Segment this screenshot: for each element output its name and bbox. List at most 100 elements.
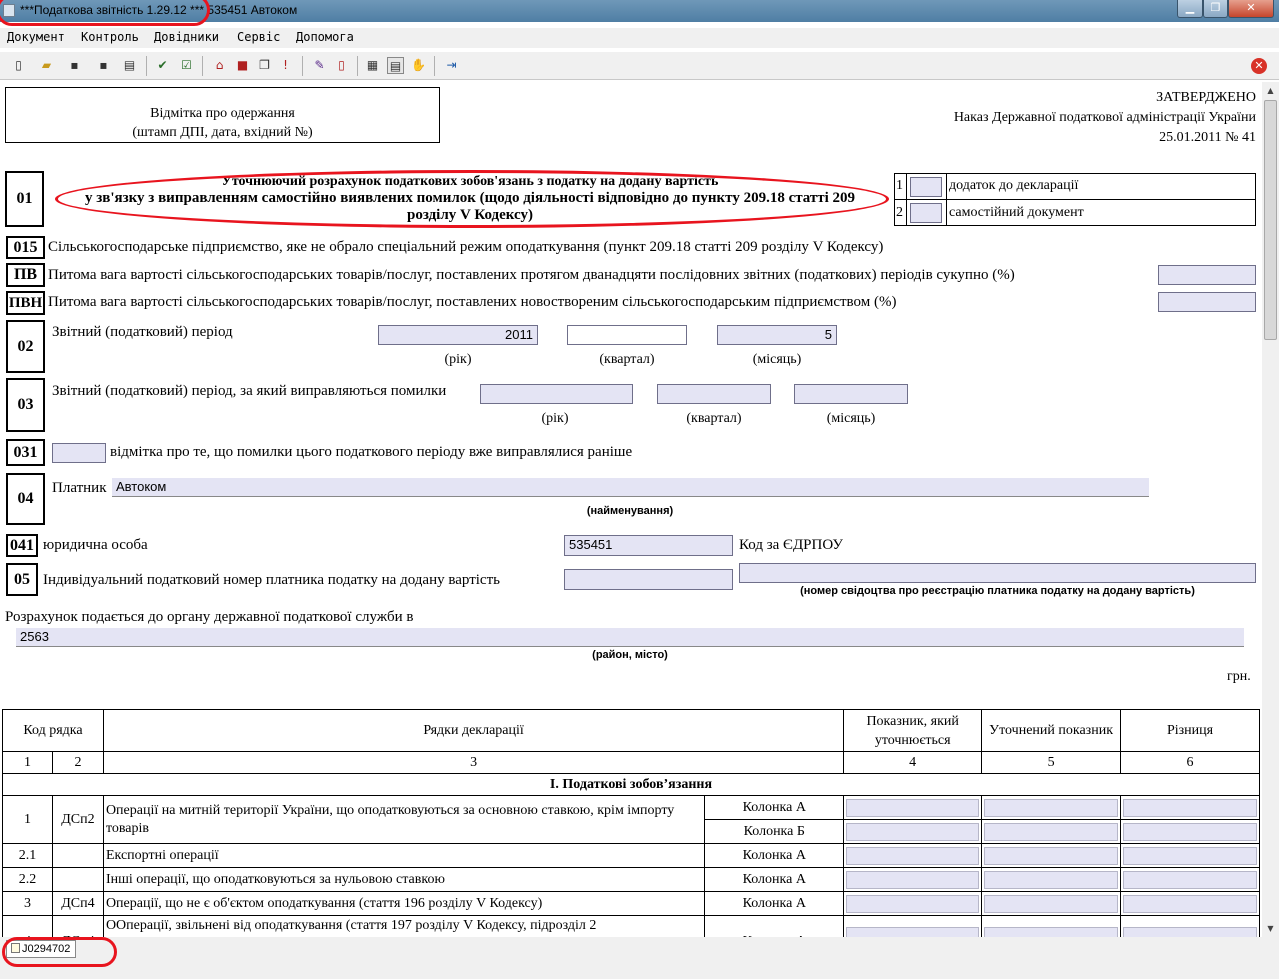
maximize-button[interactable]: ❐ (1203, 0, 1228, 18)
corrected-value-cell[interactable] (981, 819, 1122, 844)
corrected-value-cell[interactable] (981, 891, 1122, 916)
check-icon[interactable]: ✔ (154, 57, 171, 74)
edit-icon[interactable]: ✎ (311, 57, 328, 74)
period-month-input[interactable]: 5 (717, 325, 837, 345)
export-icon[interactable]: ▯ (333, 57, 350, 74)
difference-value-cell[interactable] (1120, 843, 1260, 868)
vat-certificate-input[interactable] (739, 563, 1256, 583)
book-icon[interactable]: ■ (234, 57, 251, 74)
highlight-form-tab (2, 937, 117, 967)
doc-type-num: 1 (896, 178, 903, 193)
tax-office-input[interactable]: 2563 (16, 628, 1244, 647)
currency-label: грн. (1227, 669, 1251, 684)
table-numbers-row: 1 2 3 4 5 6 (2, 751, 1260, 774)
row-ds: ДСп4 (51, 891, 104, 916)
settings-icon[interactable]: ▦ (364, 57, 381, 74)
row-column-label: Колонка А (704, 843, 845, 868)
menu-service[interactable]: Сервіс (237, 30, 280, 44)
new-icon[interactable]: ▯ (10, 57, 27, 74)
period-month-caption: (місяць) (752, 352, 802, 367)
difference-value-cell[interactable] (1120, 795, 1260, 820)
original-value-cell[interactable] (843, 891, 983, 916)
pv-input[interactable] (1158, 265, 1256, 285)
validate-icon[interactable]: ☑ (178, 57, 195, 74)
corrected-value-cell[interactable] (981, 795, 1122, 820)
difference-value-cell[interactable] (1120, 915, 1260, 937)
menu-document[interactable]: Документ (7, 30, 65, 44)
pvn-input[interactable] (1158, 292, 1256, 312)
edrpou-input[interactable]: 535451 (564, 535, 733, 556)
col-header-lines: Рядки декларації (102, 709, 845, 752)
print-icon[interactable]: ▤ (121, 57, 138, 74)
code-05: 05 (6, 563, 38, 596)
form-icon[interactable]: ▤ (387, 57, 404, 74)
row-text: Операції, що не є об'єктом оподаткування… (102, 891, 706, 916)
corrected-value-cell[interactable] (981, 843, 1122, 868)
payer-name-input[interactable]: Автоком (112, 478, 1149, 497)
row-ds: ДСп2 (51, 795, 104, 844)
approved-block: ЗАТВЕРДЖЕНО Наказ Державної податкової а… (954, 88, 1256, 148)
scroll-down-icon[interactable]: ▼ (1263, 921, 1278, 936)
doc-type-label: додаток до декларації (949, 178, 1079, 193)
scroll-up-icon[interactable]: ▲ (1263, 83, 1278, 98)
toolbar-separator (434, 56, 435, 76)
row-column-label: Колонка А (704, 795, 845, 820)
menu-help[interactable]: Допомога (296, 30, 354, 44)
row-text: Експортні операції (102, 843, 706, 868)
corrected-value-cell[interactable] (981, 867, 1122, 892)
row-pv-label: Питома вага вартості сільськогосподарськ… (48, 267, 1015, 283)
original-value-cell[interactable] (843, 795, 983, 820)
row-015-label: Сільськогосподарське підприємство, яке н… (48, 239, 884, 255)
copy-icon[interactable]: ❐ (256, 57, 273, 74)
vertical-scrollbar[interactable]: ▲ ▼ (1262, 82, 1279, 937)
previously-fixed-checkbox[interactable] (52, 443, 106, 463)
toolbar: ▯ ▰ ▪ ▪ ▤ ✔ ☑ ⌂ ■ ❐ ! ✎ ▯ ▦ ▤ ✋ ⇥ (0, 52, 1279, 80)
period-fix-year-input[interactable] (480, 384, 633, 404)
original-value-cell[interactable] (843, 819, 983, 844)
original-value-cell[interactable] (843, 843, 983, 868)
original-value-cell[interactable] (843, 915, 983, 937)
period-quarter-input[interactable] (567, 325, 687, 345)
home-icon[interactable]: ⌂ (211, 57, 228, 74)
report-icon[interactable]: ! (277, 57, 294, 74)
period-label: Звітний (податковий) період (52, 324, 233, 340)
highlight-form-title (55, 170, 889, 228)
hand-icon[interactable]: ✋ (410, 57, 427, 74)
status-bar: J0294702 (0, 937, 1279, 979)
col-number: 2 (51, 751, 104, 774)
original-value-cell[interactable] (843, 867, 983, 892)
close-button[interactable]: ✕ (1228, 0, 1274, 18)
menu-bar: Документ Контроль Довідники Сервіс Допом… (0, 28, 1279, 48)
scroll-thumb[interactable] (1264, 100, 1277, 340)
doc-type-standalone-checkbox[interactable] (910, 203, 942, 223)
menu-control[interactable]: Контроль (81, 30, 139, 44)
period-fix-month-input[interactable] (794, 384, 908, 404)
minimize-button[interactable]: ▁ (1177, 0, 1203, 18)
col-number: 3 (102, 751, 845, 774)
difference-value-cell[interactable] (1120, 819, 1260, 844)
stamp-box: Відмітка про одержання (штамп ДПІ, дата,… (5, 87, 440, 143)
col-number: 5 (981, 751, 1122, 774)
save-all-icon[interactable]: ▪ (95, 57, 112, 74)
difference-value-cell[interactable] (1120, 891, 1260, 916)
open-icon[interactable]: ▰ (38, 57, 55, 74)
period-fix-quarter-input[interactable] (657, 384, 771, 404)
col-number: 4 (843, 751, 983, 774)
menu-references[interactable]: Довідники (154, 30, 219, 44)
difference-value-cell[interactable] (1120, 867, 1260, 892)
tax-office-caption: (район, місто) (592, 649, 668, 661)
col-header-code: Код рядка (2, 709, 104, 752)
table-row: 2.2 Інші операції, що оподатковуються за… (2, 867, 1260, 892)
code-041: 041 (6, 534, 38, 557)
save-icon[interactable]: ▪ (66, 57, 83, 74)
close-document-icon[interactable]: ✕ (1251, 58, 1267, 74)
corrected-value-cell[interactable] (981, 915, 1122, 937)
exit-icon[interactable]: ⇥ (443, 57, 460, 74)
ipn-input[interactable] (564, 569, 733, 590)
period-year-input[interactable]: 2011 (378, 325, 538, 345)
tax-office-label: Розрахунок подається до органу державної… (5, 609, 414, 625)
highlight-title (0, 0, 210, 26)
doc-type-appendix-checkbox[interactable] (910, 177, 942, 197)
row-code: 2.2 (2, 867, 53, 892)
row-column-label: Колонка А (704, 867, 845, 892)
